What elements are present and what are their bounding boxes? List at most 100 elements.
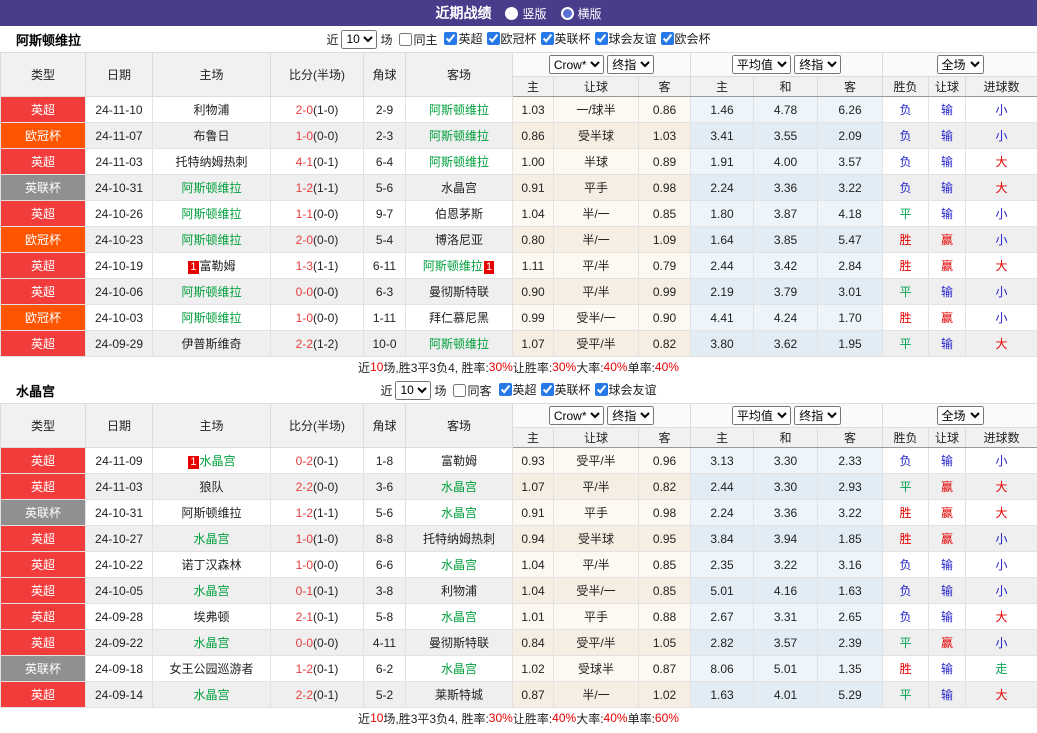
handicap-away-odds: 0.95 bbox=[637, 525, 692, 552]
home-team[interactable]: 伊普斯维奇 bbox=[152, 330, 271, 357]
home-team[interactable]: 狼队 bbox=[152, 473, 271, 500]
away-team[interactable]: 水晶宫 bbox=[405, 174, 513, 201]
handicap-home-odds: 1.11 bbox=[512, 252, 554, 279]
home-team[interactable]: 诺丁汉森林 bbox=[152, 551, 271, 578]
away-team[interactable]: 水晶宫 bbox=[405, 655, 513, 682]
result-win-loss: 负 bbox=[882, 603, 930, 630]
away-team[interactable]: 拜仁慕尼黑 bbox=[405, 304, 513, 331]
home-team[interactable]: 阿斯顿维拉 bbox=[152, 200, 271, 227]
final-odds-select[interactable]: 终指 bbox=[607, 406, 655, 425]
average-odds-select[interactable]: 平均值 bbox=[731, 406, 791, 425]
league-filter-球会友谊[interactable]: 球会友谊 bbox=[594, 30, 657, 47]
league-checkbox[interactable] bbox=[486, 32, 500, 45]
home-team[interactable]: 水晶宫 bbox=[152, 681, 271, 708]
avg-draw-odds: 3.85 bbox=[753, 226, 819, 253]
score-halftime: 0-0(0-0) bbox=[270, 629, 364, 656]
handicap-line: 平/半 bbox=[553, 278, 639, 305]
away-team[interactable]: 伯恩茅斯 bbox=[405, 200, 513, 227]
same-venue-checkbox[interactable] bbox=[453, 383, 467, 397]
odds-company-select[interactable]: Crow* bbox=[548, 55, 604, 74]
league-filter-欧冠杯[interactable]: 欧冠杯 bbox=[486, 30, 537, 47]
league-type-badge: 英超 bbox=[0, 681, 86, 708]
league-filter-英联杯[interactable]: 英联杯 bbox=[540, 30, 591, 47]
home-team[interactable]: 水晶宫 bbox=[152, 577, 271, 604]
away-team[interactable]: 博洛尼亚 bbox=[405, 226, 513, 253]
away-team[interactable]: 阿斯顿维拉 bbox=[405, 330, 513, 357]
league-type-badge: 英超 bbox=[0, 278, 86, 305]
handicap-away-odds: 1.09 bbox=[637, 226, 692, 253]
odds-company-select[interactable]: Crow* bbox=[548, 406, 604, 425]
same-venue-filter[interactable]: 同客 bbox=[453, 382, 492, 399]
league-checkbox[interactable] bbox=[498, 383, 512, 396]
home-team[interactable]: 1 水晶宫 bbox=[152, 447, 271, 474]
radio-unselected-icon[interactable] bbox=[560, 6, 574, 20]
final-odds-select-2[interactable]: 终指 bbox=[794, 55, 842, 74]
handicap-line: 平/半 bbox=[553, 252, 639, 279]
fullmatch-select[interactable]: 全场 bbox=[936, 55, 984, 74]
away-team[interactable]: 曼彻斯特联 bbox=[405, 278, 513, 305]
away-team[interactable]: 利物浦 bbox=[405, 577, 513, 604]
layout-radio-vertical[interactable]: 竖版 bbox=[505, 5, 547, 22]
radio-selected-icon[interactable] bbox=[505, 6, 519, 20]
league-filter-英联杯[interactable]: 英联杯 bbox=[540, 381, 591, 398]
final-odds-select-2[interactable]: 终指 bbox=[794, 406, 842, 425]
avg-draw-odds: 3.36 bbox=[753, 174, 819, 201]
away-team[interactable]: 水晶宫 bbox=[405, 473, 513, 500]
league-checkbox[interactable] bbox=[594, 32, 608, 45]
home-team[interactable]: 水晶宫 bbox=[152, 629, 271, 656]
away-team[interactable]: 阿斯顿维拉 1 bbox=[405, 252, 513, 279]
away-team[interactable]: 托特纳姆热刺 bbox=[405, 525, 513, 552]
same-venue-filter[interactable]: 同主 bbox=[399, 31, 437, 48]
league-filter-英超[interactable]: 英超 bbox=[444, 30, 483, 47]
home-team[interactable]: 1 富勒姆 bbox=[152, 252, 271, 279]
away-team[interactable]: 水晶宫 bbox=[405, 551, 513, 578]
result-handicap: 输 bbox=[928, 603, 967, 630]
home-team[interactable]: 托特纳姆热刺 bbox=[152, 148, 271, 175]
away-team[interactable]: 富勒姆 bbox=[405, 447, 513, 474]
recent-count-select[interactable]: 10 bbox=[341, 29, 378, 49]
result-goals: 大 bbox=[965, 330, 1037, 357]
avg-home-odds: 1.63 bbox=[690, 681, 755, 708]
table-row: 英超 24-10-27 水晶宫 1-0(1-0) 8-8 托特纳姆热刺 0.94… bbox=[0, 525, 1037, 552]
avg-draw-odds: 4.16 bbox=[753, 577, 819, 604]
home-team[interactable]: 水晶宫 bbox=[152, 525, 271, 552]
away-team[interactable]: 阿斯顿维拉 bbox=[405, 96, 513, 123]
league-checkbox[interactable] bbox=[660, 32, 674, 45]
away-team[interactable]: 水晶宫 bbox=[405, 499, 513, 526]
away-team[interactable]: 水晶宫 bbox=[405, 603, 513, 630]
handicap-home-odds: 1.07 bbox=[512, 473, 554, 500]
home-team[interactable]: 埃弗顿 bbox=[152, 603, 271, 630]
league-filter-球会友谊[interactable]: 球会友谊 bbox=[594, 381, 657, 398]
corner-score: 8-8 bbox=[363, 525, 406, 552]
league-checkbox[interactable] bbox=[540, 383, 554, 396]
away-team[interactable]: 莱斯特城 bbox=[405, 681, 513, 708]
league-checkbox[interactable] bbox=[444, 32, 458, 45]
home-team[interactable]: 女王公园巡游者 bbox=[152, 655, 271, 682]
away-team[interactable]: 阿斯顿维拉 bbox=[405, 122, 513, 149]
league-checkbox[interactable] bbox=[540, 32, 554, 45]
home-team[interactable]: 阿斯顿维拉 bbox=[152, 226, 271, 253]
league-filter-英超[interactable]: 英超 bbox=[498, 381, 537, 398]
home-team[interactable]: 布鲁日 bbox=[152, 122, 271, 149]
average-odds-select[interactable]: 平均值 bbox=[731, 55, 791, 74]
home-team[interactable]: 利物浦 bbox=[152, 96, 271, 123]
handicap-line: 受平/半 bbox=[553, 330, 639, 357]
recent-count-select[interactable]: 10 bbox=[395, 380, 432, 400]
home-team[interactable]: 阿斯顿维拉 bbox=[152, 174, 271, 201]
away-team[interactable]: 曼彻斯特联 bbox=[405, 629, 513, 656]
table-row: 英联杯 24-09-18 女王公园巡游者 1-2(0-1) 6-2 水晶宫 1.… bbox=[0, 655, 1037, 682]
same-venue-checkbox[interactable] bbox=[399, 32, 413, 46]
fullmatch-select[interactable]: 全场 bbox=[936, 406, 984, 425]
layout-radio-horizontal[interactable]: 横版 bbox=[560, 5, 602, 22]
league-filter-欧会杯[interactable]: 欧会杯 bbox=[660, 30, 711, 47]
corner-score: 5-8 bbox=[363, 603, 406, 630]
home-team[interactable]: 阿斯顿维拉 bbox=[152, 499, 271, 526]
final-odds-select[interactable]: 终指 bbox=[607, 55, 655, 74]
section-aston-villa: 阿斯顿维拉 近 10 场 同主 英超 欧冠杯 英联杯 球会友谊 欧会杯 类型 日期 主场… bbox=[0, 26, 1037, 377]
away-team[interactable]: 阿斯顿维拉 bbox=[405, 148, 513, 175]
score-halftime: 2-0(0-0) bbox=[270, 226, 364, 253]
home-team[interactable]: 阿斯顿维拉 bbox=[152, 278, 271, 305]
league-checkbox[interactable] bbox=[594, 383, 608, 396]
home-team[interactable]: 阿斯顿维拉 bbox=[152, 304, 271, 331]
col-date: 日期 bbox=[85, 52, 153, 97]
